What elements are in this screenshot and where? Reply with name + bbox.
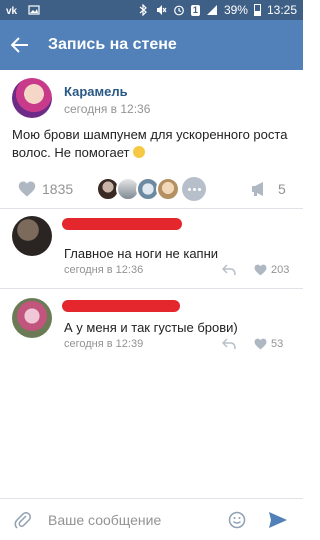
author-name[interactable]: Карамель xyxy=(64,84,128,99)
author-avatar[interactable] xyxy=(12,78,52,118)
commenter-avatar[interactable] xyxy=(12,216,52,256)
paperclip-icon[interactable] xyxy=(14,511,32,529)
message-composer xyxy=(0,498,303,540)
post-time: сегодня в 12:36 xyxy=(64,102,151,116)
post-text: Мою брови шампунем для ускоренного роста… xyxy=(12,126,292,162)
svg-text:vk: vk xyxy=(6,6,18,16)
comment-time: сегодня в 12:39 xyxy=(64,338,144,350)
bluetooth-icon xyxy=(139,4,147,16)
smile-icon[interactable] xyxy=(228,511,246,529)
comment-text: А у меня и так густые брови) xyxy=(64,320,238,335)
arrow-left-icon xyxy=(11,37,28,53)
signal-icon xyxy=(206,5,217,15)
mute-icon xyxy=(156,5,167,15)
send-icon[interactable] xyxy=(268,511,288,529)
app-bar: Запись на стене xyxy=(0,20,303,70)
status-bar: vk 1 39% 13:25 xyxy=(0,0,303,20)
redacted-name xyxy=(62,218,182,230)
post-header: Карамель сегодня в 12:36 xyxy=(0,72,303,122)
thinking-emoji-icon xyxy=(133,146,146,158)
heart-icon[interactable] xyxy=(254,338,267,350)
sim-badge: 1 xyxy=(190,4,200,16)
clock: 13:25 xyxy=(266,3,297,17)
alarm-icon xyxy=(174,5,184,16)
reply-icon[interactable] xyxy=(222,338,236,350)
redacted-name xyxy=(62,300,180,312)
message-input[interactable] xyxy=(48,509,218,531)
comment-item: А у меня и так густые брови) сегодня в 1… xyxy=(0,274,303,362)
comment-item: Главное на ноги не капни сегодня в 12:36… xyxy=(0,190,303,278)
page-title: Запись на стене xyxy=(48,36,177,53)
post-text-content: Мою брови шампунем для ускоренного роста… xyxy=(12,127,288,160)
image-notify-icon xyxy=(28,5,40,15)
vk-notify-icon: vk xyxy=(6,6,18,16)
commenter-avatar[interactable] xyxy=(12,298,52,338)
comment-like-count: 53 xyxy=(271,338,284,350)
battery-icon xyxy=(253,4,261,16)
comment-text: Главное на ноги не капни xyxy=(64,246,219,261)
battery-percent: 39% xyxy=(223,3,248,17)
back-button[interactable] xyxy=(0,20,40,70)
